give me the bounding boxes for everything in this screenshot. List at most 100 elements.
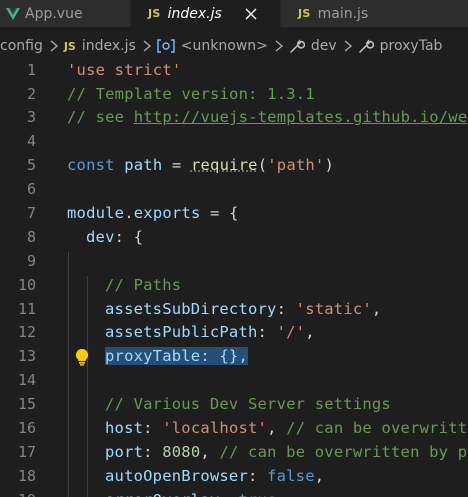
comment-token: // can be overwritt: [286, 419, 468, 437]
keyword-token: const: [67, 156, 115, 174]
property-token: host: [105, 419, 144, 437]
punctuation-token: ,: [314, 467, 325, 485]
breadcrumb: config JS index.js <unknown> dev proxyTa…: [0, 35, 468, 57]
punctuation-token: :: [219, 491, 238, 497]
code-line: 13 proxyTable: {},: [0, 345, 468, 369]
punctuation-token: ,: [267, 419, 287, 437]
line-number: 13: [17, 347, 36, 365]
breadcrumb-label: dev: [310, 38, 337, 54]
breadcrumb-label: proxyTab: [379, 38, 443, 54]
property-token: port: [105, 443, 144, 461]
property-token: assetsSubDirectory: [105, 300, 277, 318]
line-number: 14: [17, 371, 36, 389]
chevron-right-icon: [342, 39, 354, 53]
breadcrumb-label: index.js: [81, 38, 136, 54]
code-line: 4: [0, 130, 468, 154]
code-line: 17 port: 8080, // can be overwritten by …: [0, 441, 468, 465]
line-number: 4: [26, 132, 36, 150]
breadcrumb-item-file[interactable]: JS index.js: [64, 38, 136, 54]
code-line: 2 // Template version: 1.3.1: [0, 83, 468, 107]
line-number: 7: [26, 204, 36, 222]
comment-token: // Various Dev Server settings: [105, 395, 391, 413]
property-token: errorOverlay: [105, 491, 219, 497]
property-token: assetsPublicPath: [105, 323, 258, 341]
line-number: 3: [26, 108, 36, 126]
code-line: 3 // see http://vuejs-templates.github.i…: [0, 106, 468, 130]
comment-link[interactable]: http://vuejs-templates.github.io/we: [134, 108, 468, 126]
breadcrumb-item-proxytable[interactable]: proxyTab: [358, 38, 443, 54]
wrench-icon: [289, 38, 305, 54]
line-number: 10: [17, 276, 36, 294]
code-editor[interactable]: 1 'use strict' 2 // Template version: 1.…: [0, 59, 468, 497]
line-number: 19: [0, 491, 36, 497]
punctuation-token: ,: [371, 300, 382, 318]
chevron-right-icon: [273, 39, 285, 53]
selected-text: proxyTable: {},: [105, 347, 248, 365]
property-token: dev: [86, 228, 115, 246]
breadcrumb-item-config[interactable]: config: [0, 38, 43, 54]
code-line: 10 // Paths: [0, 274, 468, 298]
code-line: 15 // Various Dev Server settings: [0, 393, 468, 417]
punctuation-token: ): [324, 156, 334, 174]
comment-token: // Paths: [105, 276, 182, 294]
code-line: 8 dev: {: [0, 226, 468, 250]
comment-token: // see: [67, 108, 134, 126]
line-number: 9: [26, 252, 36, 270]
code-line: 6: [0, 178, 468, 202]
punctuation-token: (: [257, 156, 268, 174]
string-token: 'localhost': [162, 419, 268, 437]
variable-token: path: [124, 156, 163, 174]
punctuation-token: = {: [200, 204, 239, 222]
punctuation-token: ,: [305, 323, 315, 341]
string-token: 'use strict': [67, 61, 182, 79]
punctuation-token: : {: [114, 228, 144, 246]
line-number: 2: [26, 85, 36, 103]
selected-code: proxyTable: {},: [105, 347, 248, 365]
breadcrumb-item-unknown[interactable]: <unknown>: [157, 38, 268, 54]
operator-token: =: [162, 156, 191, 174]
js-icon: JS: [148, 7, 161, 20]
punctuation-token: :: [143, 419, 163, 437]
breadcrumb-item-dev[interactable]: dev: [289, 38, 337, 54]
chevron-right-icon: [48, 39, 60, 53]
punctuation-token: .: [124, 204, 134, 222]
keyword-token: true: [238, 491, 276, 497]
punctuation-token: :: [247, 467, 268, 485]
property-token: exports: [133, 204, 201, 222]
punctuation-token: :: [143, 443, 163, 461]
breadcrumb-label: config: [0, 38, 43, 54]
punctuation-token: :: [257, 323, 277, 341]
code-line: 12 assetsPublicPath: '/',: [0, 321, 468, 345]
line-number: 1: [26, 61, 36, 79]
tab-index-js[interactable]: JS index.js: [131, 0, 281, 27]
close-icon[interactable]: [244, 7, 258, 21]
code-line: 11 assetsSubDirectory: 'static',: [0, 298, 468, 322]
chevron-right-icon: [141, 39, 153, 53]
string-token: '/': [276, 323, 306, 341]
punctuation-token: :: [276, 300, 296, 318]
lightbulb-icon[interactable]: [74, 348, 90, 366]
number-token: 8080: [162, 443, 201, 461]
code-line: 9: [0, 250, 468, 274]
line-number: 18: [17, 467, 36, 485]
symbol-namespace-icon: [157, 39, 175, 53]
function-token: require: [190, 156, 258, 174]
string-token: 'static': [295, 300, 372, 318]
line-number: 16: [17, 419, 36, 437]
tab-label: App.vue: [25, 5, 83, 22]
js-icon: JS: [63, 39, 76, 53]
string-token: 'path': [267, 156, 325, 174]
code-line: 19 errorOverlay: true: [0, 489, 468, 497]
vue-icon: [5, 6, 21, 22]
tab-main-js[interactable]: JS main.js: [281, 0, 468, 27]
wrench-icon: [358, 38, 374, 54]
line-number: 17: [17, 443, 36, 461]
line-number: 11: [17, 300, 36, 318]
line-number: 6: [26, 180, 36, 198]
tab-label: main.js: [317, 5, 369, 22]
tab-app-vue[interactable]: App.vue: [0, 0, 131, 27]
js-icon: JS: [298, 7, 311, 20]
code-line: 18 autoOpenBrowser: false,: [0, 465, 468, 489]
tab-bar: App.vue JS index.js JS main.js: [0, 0, 468, 27]
code-line: 5 const path = require('path'): [0, 154, 468, 178]
